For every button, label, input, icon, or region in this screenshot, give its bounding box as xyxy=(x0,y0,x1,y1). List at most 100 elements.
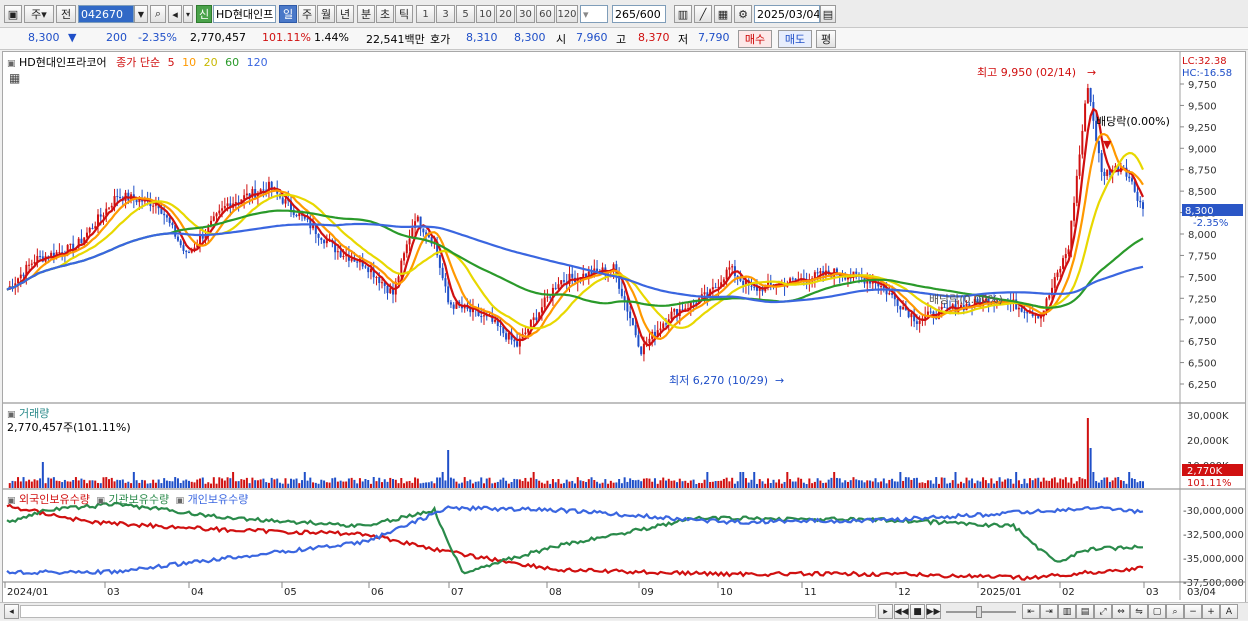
horizontal-scrollbar[interactable] xyxy=(20,605,876,618)
search-icon[interactable]: ⌕ xyxy=(150,5,166,23)
draw-tool-icon[interactable]: ╱ xyxy=(694,5,712,23)
volume-bar xyxy=(703,479,706,488)
gear-icon[interactable]: ⚙ xyxy=(734,5,752,23)
volume-bar xyxy=(835,477,838,488)
volume-bar xyxy=(502,477,505,488)
sound-dropdown-icon[interactable]: ▾ xyxy=(183,5,193,23)
legend-institution[interactable]: 기관보유수량 xyxy=(108,493,169,506)
volume-bar xyxy=(267,482,270,488)
volume-bar xyxy=(471,483,474,488)
interval-30-button[interactable]: 30 xyxy=(516,5,535,23)
volume-bar xyxy=(400,478,403,488)
candle-body xyxy=(215,213,218,217)
stop-icon[interactable]: ■ xyxy=(910,604,925,619)
period-month-button[interactable]: 월 xyxy=(317,5,335,23)
stock-code-input[interactable]: 042670 xyxy=(78,5,134,23)
candle-body xyxy=(367,267,370,273)
chart-toggle-icon[interactable]: ▥ xyxy=(1058,604,1076,619)
period-minute-button[interactable]: 분 xyxy=(357,5,375,23)
fast-forward-icon[interactable]: ▶▶ xyxy=(926,604,941,619)
volume-bar xyxy=(736,481,739,488)
date-input[interactable]: 2025/03/04 xyxy=(754,5,820,23)
zoom-out-icon[interactable]: − xyxy=(1184,604,1202,619)
volume-bar xyxy=(979,481,982,488)
resize-icon[interactable]: ⤢ xyxy=(1094,604,1112,619)
volume-bar xyxy=(1045,480,1048,488)
candle-body xyxy=(1084,103,1087,131)
volume-bar xyxy=(447,450,450,488)
volume-bar xyxy=(408,480,411,488)
volume-bar xyxy=(761,481,764,488)
legend-individual[interactable]: 개인보유수량 xyxy=(188,493,249,506)
volume-bar xyxy=(896,481,899,488)
volume-bar xyxy=(822,482,825,488)
zoom-slider-handle[interactable] xyxy=(976,606,982,618)
volume-bar xyxy=(653,478,656,488)
volume-bar xyxy=(507,483,510,488)
stock-name-label[interactable]: HD현대인프라코어 xyxy=(19,56,107,69)
scale-icon[interactable]: ▤ xyxy=(1076,604,1094,619)
scroll-right-icon[interactable]: ▸ xyxy=(878,604,893,619)
prev-button[interactable]: 전 xyxy=(56,5,76,23)
volume-bar xyxy=(720,480,723,488)
zoom-full-icon[interactable]: ⇥ xyxy=(1040,604,1058,619)
sell-button[interactable]: 매도 xyxy=(778,30,812,48)
zoom-search-icon[interactable]: ⌕ xyxy=(1166,604,1184,619)
scroll-left-icon[interactable]: ◂ xyxy=(4,604,19,619)
zoom-fit-icon[interactable]: ⇤ xyxy=(1022,604,1040,619)
ma-title[interactable]: 종가 단순 xyxy=(116,56,160,69)
data-count-field[interactable]: 265/600 xyxy=(612,5,666,23)
volume-bar xyxy=(85,483,88,488)
interval-120-button[interactable]: 120 xyxy=(556,5,578,23)
volume-bar xyxy=(372,477,375,488)
period-second-button[interactable]: 초 xyxy=(376,5,394,23)
interval-3-button[interactable]: 3 xyxy=(436,5,455,23)
zoom-in-icon[interactable]: + xyxy=(1202,604,1220,619)
holding-collapse-icon[interactable]: ▣ xyxy=(7,496,16,506)
layout-icon[interactable]: ▦ xyxy=(714,5,732,23)
legend-foreign[interactable]: 외국인보유수량 xyxy=(19,493,90,506)
chart-frame: 9,7509,5009,2509,0008,7508,5008,2508,000… xyxy=(2,51,1246,618)
volume-bar xyxy=(924,483,927,488)
volume-bar xyxy=(449,477,452,488)
code-dropdown-icon[interactable]: ▼ xyxy=(134,5,148,23)
volume-bar xyxy=(1015,472,1018,488)
interval-20-button[interactable]: 20 xyxy=(496,5,515,23)
chart-type-icon[interactable]: ▥ xyxy=(674,5,692,23)
sync-icon[interactable]: ⇋ xyxy=(1130,604,1148,619)
table-view-icon[interactable]: ▦ xyxy=(9,71,20,85)
period-day-button[interactable]: 일 xyxy=(279,5,297,23)
interval-60-button[interactable]: 60 xyxy=(536,5,555,23)
volume-bar xyxy=(626,481,629,488)
period-tick-button[interactable]: 틱 xyxy=(395,5,413,23)
volume-bar xyxy=(251,477,254,488)
custom-interval-input[interactable]: ▾ xyxy=(580,5,608,23)
chart-canvas[interactable]: 9,7509,5009,2509,0008,7508,5008,2508,000… xyxy=(3,52,1245,600)
interval-1-button[interactable]: 1 xyxy=(416,5,435,23)
candle-body xyxy=(1142,202,1144,209)
fit-icon[interactable]: ⇔ xyxy=(1112,604,1130,619)
capture-icon[interactable]: ▢ xyxy=(1148,604,1166,619)
volume-bar xyxy=(954,472,957,488)
panel-collapse-icon[interactable]: ▣ xyxy=(7,59,16,69)
eval-button[interactable]: 평 xyxy=(816,30,836,48)
price-tick-label: 7,500 xyxy=(1188,273,1217,284)
window-menu-icon[interactable]: ▣ xyxy=(4,5,22,23)
market-select[interactable]: 주 ▾ xyxy=(24,5,54,23)
volume-bar xyxy=(982,477,985,488)
period-week-button[interactable]: 주 xyxy=(298,5,316,23)
volume-bar xyxy=(458,483,461,488)
volume-bar xyxy=(601,482,604,488)
period-year-button[interactable]: 년 xyxy=(336,5,354,23)
sound-icon[interactable]: ◂ xyxy=(168,5,182,23)
interval-5-button[interactable]: 5 xyxy=(456,5,475,23)
calendar-icon[interactable]: ▤ xyxy=(820,5,836,23)
rewind-icon[interactable]: ◀◀ xyxy=(894,604,909,619)
volume-bar xyxy=(571,480,574,488)
volume-bar xyxy=(562,483,565,488)
auto-icon[interactable]: A xyxy=(1220,604,1238,619)
buy-button[interactable]: 매수 xyxy=(738,30,772,48)
interval-10-button[interactable]: 10 xyxy=(476,5,495,23)
volume-bar xyxy=(535,479,538,488)
price-tick-label: 9,750 xyxy=(1188,80,1217,91)
